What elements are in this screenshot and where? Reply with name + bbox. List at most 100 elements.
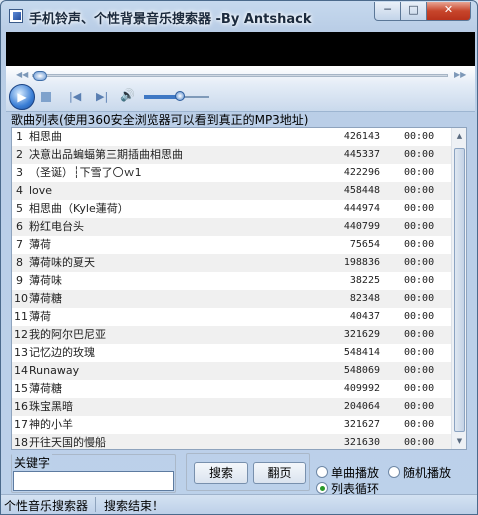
row-index: 4: [16, 184, 23, 197]
row-index: 18: [14, 436, 28, 449]
seek-rewind-icon: ◀◀: [16, 70, 29, 79]
status-divider: [95, 497, 96, 512]
volume-thumb[interactable]: [175, 91, 185, 101]
song-name: 薄荷: [29, 238, 51, 251]
app-window: 手机铃声、个性背景音乐搜索器 -By Antshack ─ □ ✕ ◀◀ ▶▶ …: [0, 0, 478, 515]
row-index: 7: [16, 238, 23, 251]
minimize-button[interactable]: ─: [374, 2, 401, 21]
maximize-button[interactable]: □: [400, 2, 427, 21]
file-size: 548069: [343, 365, 380, 376]
list-item[interactable]: 18 开往天国的慢船 321630 00:00: [12, 434, 451, 449]
list-item[interactable]: 9 薄荷味 38225 00:00: [12, 272, 451, 290]
duration: 00:00: [404, 347, 435, 358]
play-button[interactable]: ▶: [9, 84, 35, 110]
list-item[interactable]: 14 Runaway 548069 00:00: [12, 362, 451, 380]
song-name: 开往天国的慢船: [29, 436, 106, 449]
radio-dot[interactable]: [316, 482, 328, 494]
window-title: 手机铃声、个性背景音乐搜索器 -By Antshack: [29, 12, 312, 27]
search-button[interactable]: 搜索: [194, 462, 248, 484]
list-item[interactable]: 16 珠宝黑暗 204064 00:00: [12, 398, 451, 416]
row-index: 3: [16, 166, 23, 179]
file-size: 440799: [343, 221, 380, 232]
duration: 00:00: [404, 365, 435, 376]
duration: 00:00: [404, 329, 435, 340]
file-size: 204064: [343, 401, 380, 412]
seek-thumb[interactable]: [33, 71, 47, 81]
file-size: 426143: [343, 131, 380, 142]
file-size: 38225: [349, 275, 380, 286]
row-index: 8: [16, 256, 23, 269]
list-item[interactable]: 8 薄荷味的夏天 198836 00:00: [12, 254, 451, 272]
list-item[interactable]: 17 神的小羊 321627 00:00: [12, 416, 451, 434]
stop-button[interactable]: [41, 92, 51, 102]
list-item[interactable]: 15 薄荷糖 409992 00:00: [12, 380, 451, 398]
vertical-scrollbar[interactable]: ▲ ▼: [451, 128, 466, 449]
app-icon: [9, 9, 23, 23]
scroll-up-icon[interactable]: ▲: [452, 128, 466, 144]
media-player-controls: ◀◀ ▶▶ ▶ |◀ ▶| 🔊: [6, 66, 475, 112]
song-name: 我的阿尔巴尼亚: [29, 328, 106, 341]
seek-bar[interactable]: [32, 71, 448, 81]
file-size: 321630: [343, 437, 380, 448]
file-size: 458448: [343, 185, 380, 196]
song-name: 薄荷糖: [29, 382, 62, 395]
title-bar[interactable]: 手机铃声、个性背景音乐搜索器 -By Antshack ─ □ ✕: [1, 1, 477, 31]
volume-slider[interactable]: [144, 91, 209, 101]
close-button[interactable]: ✕: [426, 2, 471, 21]
row-index: 6: [16, 220, 23, 233]
status-bar: 个性音乐搜索器 搜索结束！: [1, 494, 477, 514]
list-item[interactable]: 7 薄荷 75654 00:00: [12, 236, 451, 254]
list-item[interactable]: 3 （圣诞）┆下雪了〇ｗ1 422296 00:00: [12, 164, 451, 182]
row-index: 5: [16, 202, 23, 215]
radio-dot[interactable]: [316, 466, 328, 478]
song-name: 薄荷味: [29, 274, 62, 287]
previous-track-button[interactable]: |◀: [69, 90, 81, 103]
duration: 00:00: [404, 401, 435, 412]
file-size: 444974: [343, 203, 380, 214]
row-index: 9: [16, 274, 23, 287]
song-name: Runaway: [29, 364, 80, 377]
duration: 00:00: [404, 131, 435, 142]
row-index: 12: [14, 328, 28, 341]
file-size: 198836: [343, 257, 380, 268]
keyword-input[interactable]: [13, 471, 174, 491]
seek-forward-icon: ▶▶: [454, 70, 467, 79]
file-size: 445337: [343, 149, 380, 160]
list-item[interactable]: 11 薄荷 40437 00:00: [12, 308, 451, 326]
list-item[interactable]: 1 相思曲 426143 00:00: [12, 128, 451, 146]
file-size: 409992: [343, 383, 380, 394]
song-name: 相思曲（Kyle蓮荷）: [29, 202, 129, 215]
volume-icon[interactable]: 🔊: [120, 88, 135, 102]
list-item[interactable]: 10 薄荷糖 82348 00:00: [12, 290, 451, 308]
file-size: 422296: [343, 167, 380, 178]
next-track-button[interactable]: ▶|: [96, 90, 108, 103]
list-item[interactable]: 2 决意出品蝙蝠第三期插曲相思曲 445337 00:00: [12, 146, 451, 164]
list-item[interactable]: 12 我的阿尔巴尼亚 321629 00:00: [12, 326, 451, 344]
list-item[interactable]: 5 相思曲（Kyle蓮荷） 444974 00:00: [12, 200, 451, 218]
radio-label: 单曲播放: [331, 466, 380, 480]
song-list-label: 歌曲列表(使用360安全浏览器可以看到真正的MP3地址): [11, 113, 309, 127]
row-index: 1: [16, 130, 23, 143]
song-name: 神的小羊: [29, 418, 73, 431]
song-name: 薄荷糖: [29, 292, 62, 305]
duration: 00:00: [404, 383, 435, 394]
song-name: love: [29, 184, 53, 197]
scroll-down-icon[interactable]: ▼: [452, 433, 466, 449]
duration: 00:00: [404, 149, 435, 160]
next-page-button[interactable]: 翻页: [253, 462, 306, 484]
duration: 00:00: [404, 311, 435, 322]
list-item[interactable]: 13 记忆边的玫瑰 548414 00:00: [12, 344, 451, 362]
song-name: 决意出品蝙蝠第三期插曲相思曲: [29, 148, 183, 161]
duration: 00:00: [404, 275, 435, 286]
keyword-label: 关键字: [12, 454, 53, 471]
song-name: （圣诞）┆下雪了〇ｗ1: [29, 166, 142, 179]
scrollbar-thumb[interactable]: [454, 148, 465, 432]
list-item[interactable]: 6 粉红电台头 440799 00:00: [12, 218, 451, 236]
list-item[interactable]: 4 love 458448 00:00: [12, 182, 451, 200]
duration: 00:00: [404, 221, 435, 232]
row-index: 15: [14, 382, 28, 395]
file-size: 548414: [343, 347, 380, 358]
row-index: 16: [14, 400, 28, 413]
song-name: 薄荷味的夏天: [29, 256, 95, 269]
radio-dot[interactable]: [388, 466, 400, 478]
